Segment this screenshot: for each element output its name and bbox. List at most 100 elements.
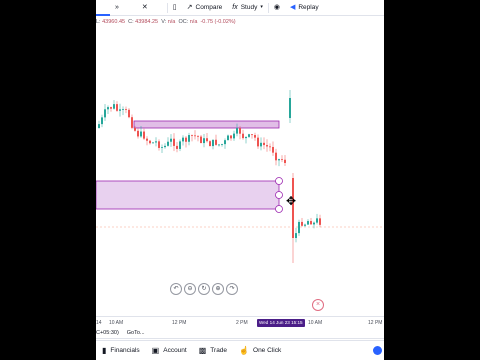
volume-value: n/a [167, 19, 176, 25]
supply-zone-rectangle[interactable] [133, 120, 280, 129]
replay-button[interactable]: ◀ Replay [285, 0, 324, 16]
candles-icon: ▯ [172, 4, 177, 11]
candle-body [301, 221, 303, 226]
trade-icon: ▩ [198, 346, 207, 355]
candle-body [313, 222, 315, 225]
candles-layer [98, 90, 321, 263]
candle-body [224, 140, 226, 145]
zone-handle-top[interactable] [275, 177, 283, 185]
candle-body [275, 152, 277, 161]
low-value: 43960.45 [102, 19, 126, 25]
chevron-down-icon: ▾ [260, 4, 263, 10]
candlestick-chart[interactable] [96, 28, 384, 316]
nav-trade[interactable]: ▩ Trade [193, 346, 233, 355]
candle-body [194, 135, 196, 137]
candle-body [188, 135, 190, 142]
move-cursor-icon: ✥ [286, 194, 297, 208]
candle-body [209, 141, 211, 147]
replay-icon: ◀ [289, 4, 296, 11]
candle-body [125, 109, 127, 110]
candle-body [182, 137, 184, 142]
reset-icon[interactable]: ↻ [198, 283, 210, 295]
time-tick: 10 AM [109, 320, 124, 326]
nav-one-click[interactable]: ☝ One Click [233, 346, 287, 355]
candle-body [284, 159, 286, 163]
candle-body [269, 146, 271, 148]
candle-body [155, 141, 157, 143]
candle-body [146, 138, 148, 141]
candle-body [140, 131, 142, 137]
candle-body [152, 142, 154, 144]
redo-icon[interactable]: ↷ [226, 283, 238, 295]
bar-chart-icon: ▮ [102, 346, 107, 355]
time-tick: 14 [96, 320, 102, 326]
crosshair-time-label: Wed 14 Jun 23 15:15 [257, 319, 305, 327]
candle-body [122, 109, 124, 110]
candle-body [215, 139, 217, 145]
nav-trade-label: Trade [210, 347, 228, 354]
active-tab-indicator [96, 0, 110, 16]
candle-body [170, 138, 172, 142]
chart-type-button[interactable]: ▯ [168, 0, 182, 16]
candle-body [316, 218, 318, 223]
account-icon: ▣ [151, 346, 160, 355]
candle-body [227, 135, 229, 141]
zoom-out-icon[interactable]: ⊖ [184, 283, 196, 295]
hand-pointer-icon: ☝ [239, 346, 250, 355]
candle-body [272, 146, 274, 153]
candle-body [128, 109, 130, 118]
time-tick: 12 PM [368, 320, 383, 326]
remove-drawing-button[interactable]: × [312, 299, 324, 311]
candle-body [149, 140, 151, 144]
close-key: C: [128, 19, 134, 25]
zone-handle-bottom[interactable] [275, 205, 283, 213]
candle-body [116, 104, 118, 111]
close-value: 43984.25 [135, 19, 159, 25]
fast-forward-button[interactable]: » [110, 0, 124, 16]
demand-zone-rectangle[interactable] [96, 180, 280, 210]
time-tick: 12 PM [172, 320, 187, 326]
candle-body [167, 141, 169, 146]
nav-account[interactable]: ▣ Account [146, 346, 193, 355]
zoom-in-icon[interactable]: ⊕ [212, 283, 224, 295]
candle-body [107, 107, 109, 110]
candle-body [176, 145, 178, 149]
close-button[interactable]: ✕ [124, 0, 153, 16]
scroll-up-button[interactable] [373, 346, 382, 355]
time-tick: 2 PM [236, 320, 248, 326]
candle-body [295, 233, 297, 238]
study-button[interactable]: fx Study ▾ [227, 0, 268, 16]
candle-body [161, 147, 163, 148]
goto-button[interactable]: GoTo... [127, 330, 145, 336]
ohlc-legend: L: 43960.45 C: 43984.25 V: n/a OC: n/a -… [96, 19, 236, 25]
candle-body [281, 159, 283, 160]
candle-body [137, 130, 139, 137]
camera-icon: ◉ [273, 4, 280, 11]
candle-body [101, 117, 103, 125]
compare-label: Compare [195, 4, 223, 11]
candle-body [173, 138, 175, 146]
volume-key: V: [161, 19, 167, 25]
candle-body [278, 159, 280, 161]
candle-body [119, 109, 121, 111]
undo-icon[interactable]: ↶ [170, 283, 182, 295]
time-axis[interactable]: 14 10 AM 12 PM 2 PM 10 AM 12 PM Wed 14 J… [96, 316, 384, 328]
candle-body [304, 224, 306, 226]
compare-button[interactable]: ↗ Compare [182, 0, 228, 16]
timezone-label[interactable]: C+05:30) [96, 330, 119, 336]
oc-key: OC: [178, 19, 189, 25]
candle-body [110, 107, 112, 109]
time-tick: 10 AM [308, 320, 323, 326]
fast-forward-icon: » [115, 4, 119, 11]
candle-body [131, 117, 133, 128]
candle-body [113, 104, 115, 109]
snapshot-button[interactable]: ◉ [269, 0, 285, 16]
nav-financials[interactable]: ▮ Financials [96, 346, 146, 355]
candle-body [254, 135, 256, 138]
zone-handle-middle[interactable] [275, 191, 283, 199]
candle-body [233, 133, 235, 139]
price-chart[interactable] [96, 28, 384, 316]
candle-body [197, 135, 199, 137]
candle-body [230, 135, 232, 139]
candle-body [242, 133, 244, 139]
